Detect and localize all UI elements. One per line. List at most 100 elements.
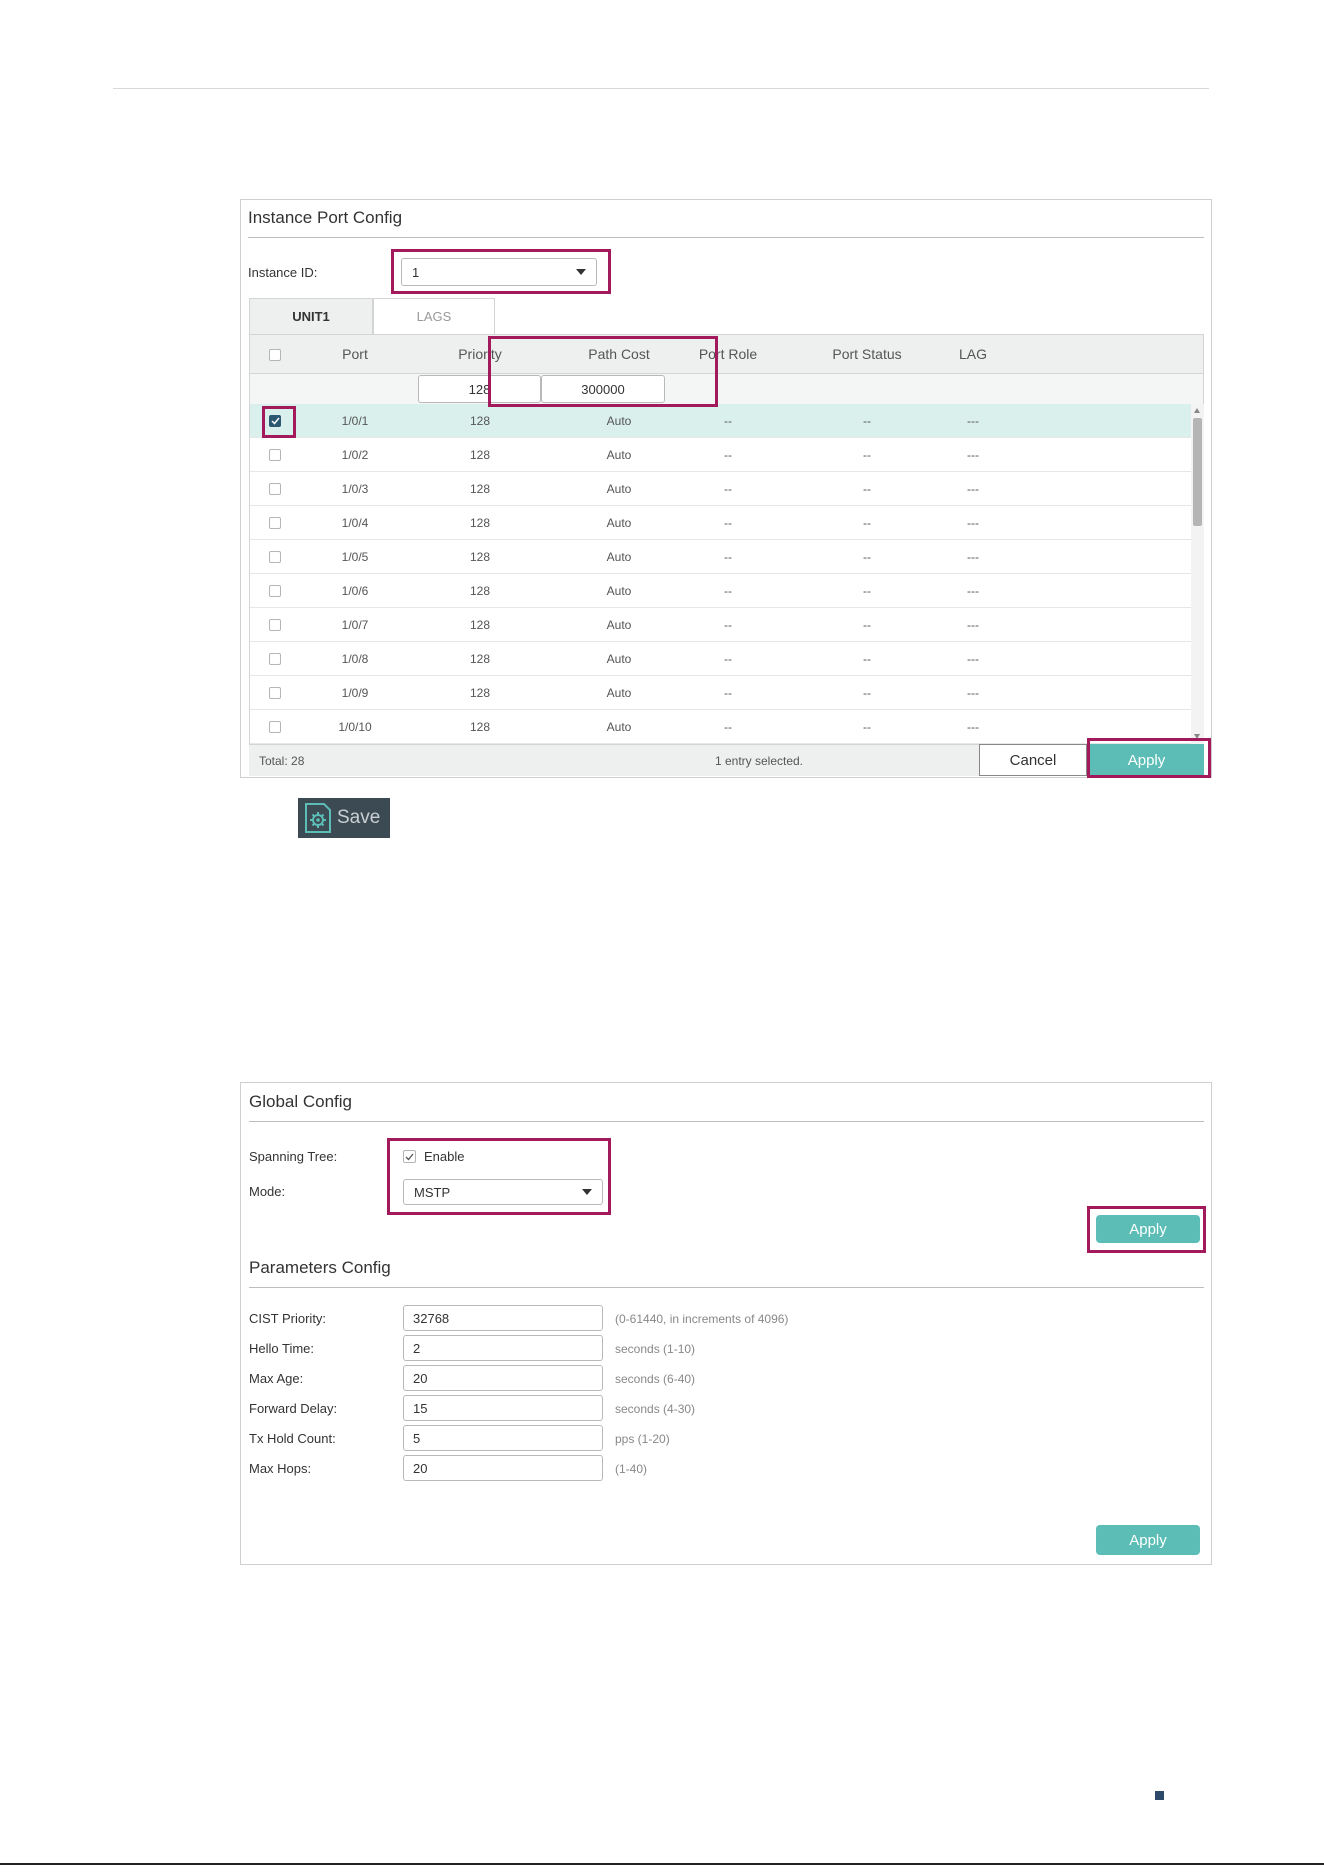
global-config-rule [249,1121,1204,1122]
select-all-checkbox[interactable] [269,349,281,361]
parameters-config-rule [249,1287,1204,1288]
cell-priority: 128 [469,652,491,666]
param-label: CIST Priority: [249,1311,327,1326]
cell-lag: --- [967,618,979,632]
table-row[interactable]: 1/0/7 128 Auto -- -- --- [250,608,1191,642]
param-label: Max Hops: [249,1461,312,1476]
scroll-up-arrow-icon[interactable] [1194,408,1200,413]
highlight-row-checkbox [262,406,296,438]
column-header-port-status: Port Status [832,346,902,362]
mode-label: Mode: [249,1184,286,1199]
global-config-title: Global Config [249,1092,353,1111]
table-row[interactable]: 1/0/6 128 Auto -- -- --- [250,574,1191,608]
instance-id-label: Instance ID: [248,265,318,280]
table-row[interactable]: 1/0/5 128 Auto -- -- --- [250,540,1191,574]
param-input[interactable]: 2 [403,1335,603,1361]
cell-port: 1/0/2 [341,448,369,462]
cell-status: -- [863,584,871,598]
cell-role: -- [724,618,732,632]
panel-title-rule [248,237,1204,238]
cell-status: -- [863,448,871,462]
table-row[interactable]: 1/0/4 128 Auto -- -- --- [250,506,1191,540]
total-count: Total: 28 [259,754,305,768]
table-row[interactable]: 1/0/9 128 Auto -- -- --- [250,676,1191,710]
row-checkbox[interactable] [269,483,281,495]
row-checkbox[interactable] [269,585,281,597]
table-scrollbar[interactable] [1191,404,1204,744]
table-row[interactable]: 1/0/2 128 Auto -- -- --- [250,438,1191,472]
param-input[interactable]: 5 [403,1425,603,1451]
cell-path-cost: Auto [606,584,632,598]
spanning-tree-label: Spanning Tree: [249,1149,338,1164]
param-input[interactable]: 32768 [403,1305,603,1331]
cell-path-cost: Auto [606,414,632,428]
row-checkbox[interactable] [269,517,281,529]
cell-port: 1/0/1 [341,414,369,428]
page-top-rule [113,88,1209,89]
table-row[interactable]: 1/0/10 128 Auto -- -- --- [250,710,1191,744]
cell-path-cost: Auto [606,516,632,530]
cell-role: -- [724,414,732,428]
tab-lags[interactable]: LAGS [373,298,495,334]
cell-role: -- [724,686,732,700]
cell-status: -- [863,516,871,530]
panel-title: Instance Port Config [248,208,403,227]
cell-lag: --- [967,550,979,564]
save-button[interactable]: Save [298,798,390,838]
param-label: Max Age: [249,1371,304,1386]
table-row[interactable]: 1/0/1 128 Auto -- -- --- [250,404,1191,438]
table-row[interactable]: 1/0/8 128 Auto -- -- --- [250,642,1191,676]
cell-path-cost: Auto [606,618,632,632]
row-checkbox[interactable] [269,449,281,461]
cell-lag: --- [967,584,979,598]
param-hint: seconds (1-10) [615,1342,696,1356]
tab-unit1[interactable]: UNIT1 [249,298,373,334]
param-hint: (0-61440, in increments of 4096) [615,1312,789,1326]
row-checkbox[interactable] [269,551,281,563]
cell-priority: 128 [469,516,491,530]
cell-priority: 128 [469,550,491,564]
param-hint: seconds (6-40) [615,1372,696,1386]
row-checkbox[interactable] [269,653,281,665]
param-label: Hello Time: [249,1341,315,1356]
cell-priority: 128 [469,584,491,598]
parameters-apply-button[interactable]: Apply [1096,1525,1200,1555]
page-marker [1155,1791,1164,1800]
tab-lags-label: LAGS [416,309,452,324]
cell-status: -- [863,720,871,734]
parameters-config-title: Parameters Config [249,1258,391,1277]
row-checkbox[interactable] [269,619,281,631]
scrollbar-thumb[interactable] [1193,418,1202,526]
table-body: 1/0/1 128 Auto -- -- --- 1/0/2 128 Auto -- -- --- 1/… [249,404,1204,744]
cell-port: 1/0/6 [341,584,369,598]
row-checkbox[interactable] [269,687,281,699]
cell-role: -- [724,516,732,530]
cell-lag: --- [967,482,979,496]
cell-role: -- [724,550,732,564]
cell-role: -- [724,448,732,462]
highlight-global-apply [1087,1206,1206,1253]
table-row[interactable]: 1/0/3 128 Auto -- -- --- [250,472,1191,506]
cell-lag: --- [967,720,979,734]
param-input[interactable]: 20 [403,1455,603,1481]
cell-port: 1/0/7 [341,618,369,632]
column-header-lag: LAG [958,346,987,362]
cell-priority: 128 [469,414,491,428]
cell-lag: --- [967,448,979,462]
selection-status: 1 entry selected. [714,754,804,768]
cell-path-cost: Auto [606,550,632,564]
cell-path-cost: Auto [606,448,632,462]
param-input[interactable]: 15 [403,1395,603,1421]
cell-role: -- [724,482,732,496]
cell-lag: --- [967,516,979,530]
cancel-button[interactable]: Cancel [979,744,1087,776]
cell-port: 1/0/3 [341,482,369,496]
page-bottom-rule [0,1863,1324,1865]
row-checkbox[interactable] [269,721,281,733]
tab-unit1-label: UNIT1 [292,309,330,324]
column-header-port: Port [342,346,368,362]
param-input[interactable]: 20 [403,1365,603,1391]
cell-priority: 128 [469,686,491,700]
highlight-apply-button [1087,738,1211,778]
gear-document-icon [302,801,334,835]
